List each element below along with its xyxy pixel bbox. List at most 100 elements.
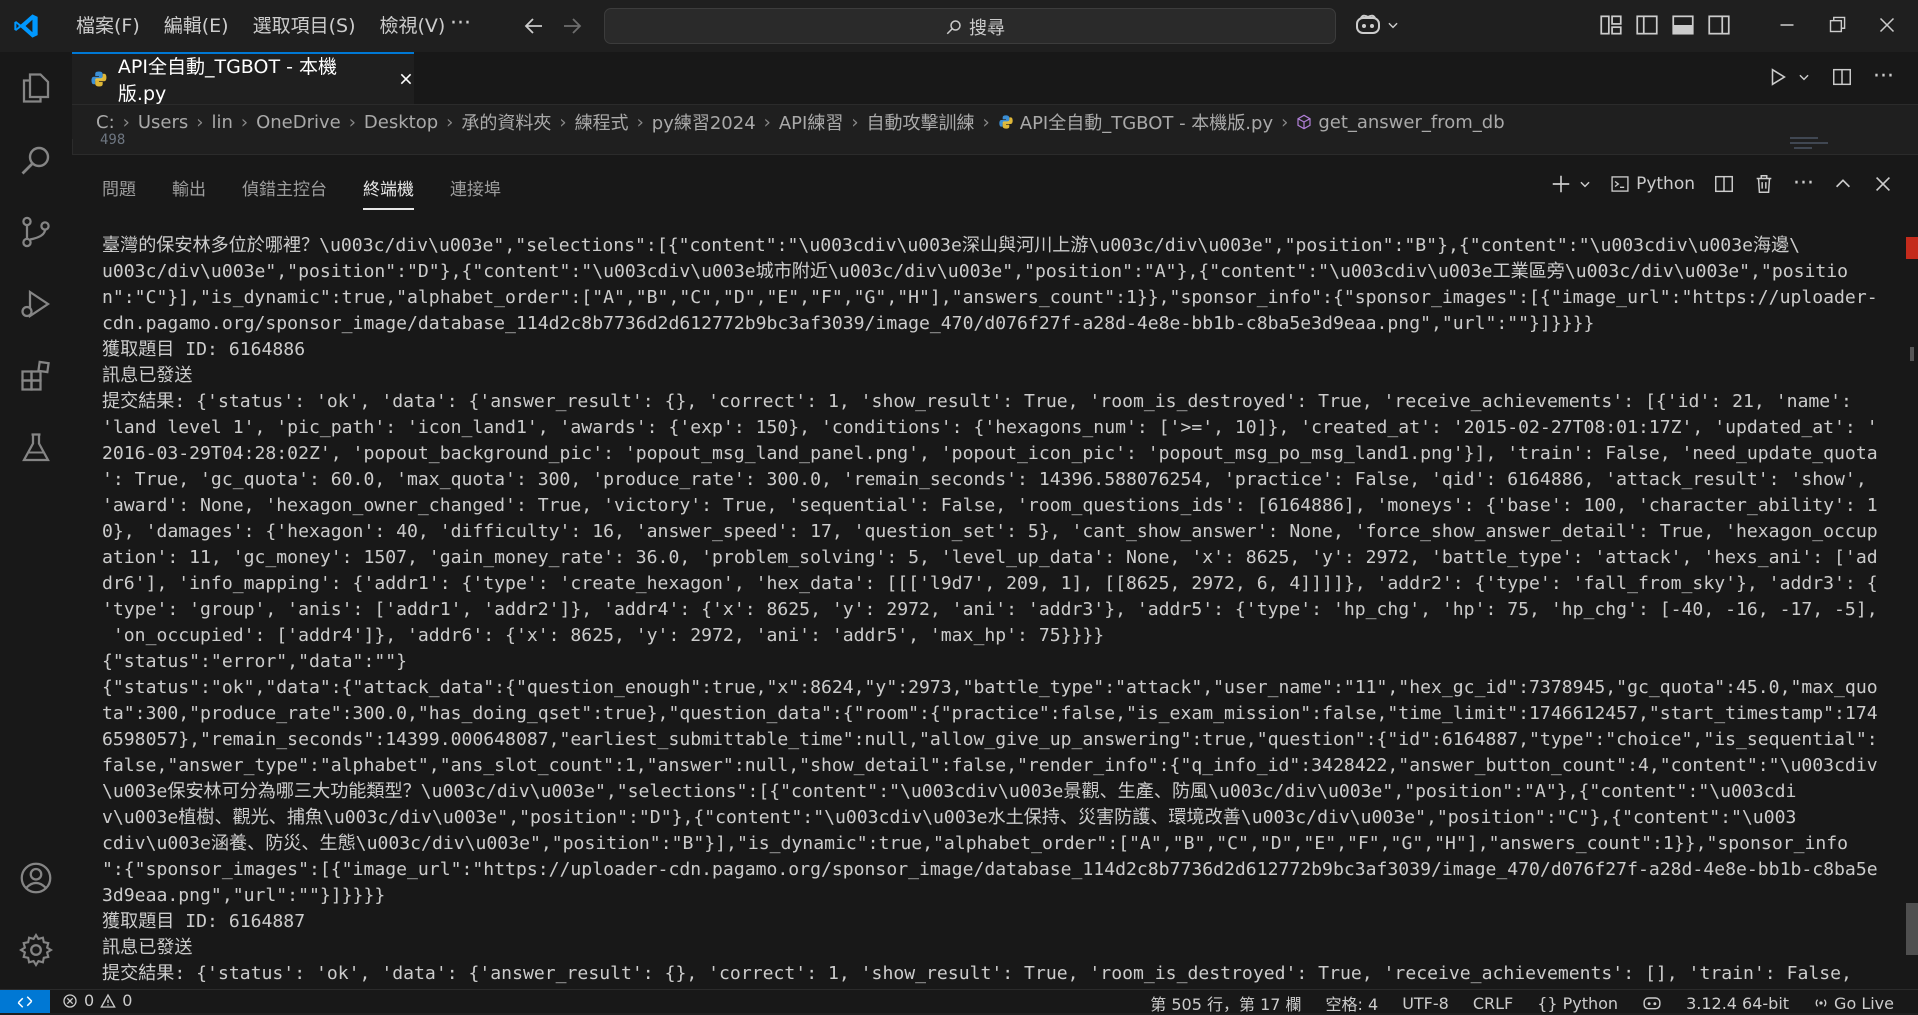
menu-more-button[interactable]: ··· — [450, 11, 471, 36]
copilot-icon[interactable] — [1642, 994, 1662, 1012]
breadcrumb-item[interactable]: Desktop — [364, 112, 438, 133]
terminal-profile[interactable]: Python — [1610, 174, 1695, 194]
terminal-line: 'type': 'group', 'anis': ['addr1', 'addr… — [102, 599, 1878, 620]
terminal-line: v\u003e植樹、觀光、捕魚\u003c/div\u003e","positi… — [102, 807, 1797, 828]
copilot-icon — [1356, 14, 1380, 34]
settings-gear-icon[interactable] — [18, 932, 54, 968]
remote-indicator[interactable] — [0, 990, 50, 1013]
error-count: 0 — [84, 991, 95, 1010]
forward-arrow-icon[interactable] — [560, 14, 584, 38]
menu-edit[interactable]: 編輯(E) — [152, 13, 241, 39]
chevron-down-icon — [1388, 22, 1398, 29]
language-label: Python — [1562, 993, 1619, 1013]
menu-view[interactable]: 檢視(V) — [368, 13, 458, 39]
terminal-line: ': True, 'gc_quota': 60.0, 'max_quota': … — [102, 469, 1867, 490]
python-file-icon — [999, 115, 1013, 129]
breadcrumb-item[interactable]: API練習 — [779, 109, 843, 135]
terminal-line: 0}, 'damages': {'hexagon': 40, 'difficul… — [102, 521, 1878, 542]
search-icon[interactable] — [18, 142, 54, 178]
panel-tabs: 問題 輸出 偵錯主控台 終端機 連接埠 — [102, 175, 501, 210]
testing-flask-icon[interactable] — [18, 430, 54, 466]
scroll-marker — [1910, 347, 1914, 361]
menu-selection[interactable]: 選取項目(S) — [241, 13, 368, 39]
toggle-secondary-sidebar-icon[interactable] — [1706, 12, 1732, 38]
terminal-line: 'on_occupied': ['addr4']}, 'addr6': {'x'… — [102, 625, 1105, 646]
chevron-down-icon[interactable] — [1797, 70, 1811, 84]
chevron-right-icon: › — [240, 111, 249, 133]
back-arrow-icon[interactable] — [522, 14, 546, 38]
breadcrumb-item[interactable]: 練程式 — [575, 109, 629, 135]
toggle-panel-icon[interactable] — [1670, 12, 1696, 38]
terminal-line: \u003e保安林可分為哪三大功能類型？\u003c/div\u003e","s… — [102, 781, 1797, 802]
language-mode[interactable]: {} Python — [1537, 994, 1618, 1013]
problems-summary[interactable]: 0 0 — [62, 991, 132, 1010]
terminal-line: {"status":"ok","data":{"attack_data":{"q… — [102, 677, 1878, 698]
breadcrumb-item[interactable]: C: — [96, 112, 115, 133]
split-terminal-icon[interactable] — [1713, 173, 1735, 195]
terminal-output[interactable]: 臺灣的保安林多位於哪裡？\u003c/div\u003e","selection… — [102, 233, 1882, 993]
terminal-line: 3d9eaa.png","url":""}]}}}} — [102, 885, 386, 906]
scroll-error-marker — [1906, 237, 1918, 259]
terminal-scrollbar[interactable] — [1904, 155, 1918, 990]
breadcrumb-item[interactable]: 自動攻擊訓練 — [867, 109, 975, 135]
vscode-logo-icon[interactable] — [12, 12, 40, 40]
terminal-icon — [1611, 176, 1629, 192]
chevron-right-icon: › — [196, 111, 204, 133]
encoding[interactable]: UTF-8 — [1402, 994, 1449, 1013]
tab-terminal[interactable]: 終端機 — [363, 175, 414, 210]
restore-icon[interactable] — [1824, 12, 1850, 38]
editor-tab-active[interactable]: API全自動_TGBOT - 本機版.py — [72, 52, 414, 105]
breadcrumb-item[interactable]: get_answer_from_db — [1318, 112, 1504, 133]
python-interpreter[interactable]: 3.12.4 64-bit — [1686, 994, 1789, 1013]
breadcrumb-item[interactable]: API全自動_TGBOT - 本機版.py — [1020, 109, 1273, 135]
tab-ports[interactable]: 連接埠 — [450, 175, 501, 210]
end-of-line[interactable]: CRLF — [1473, 994, 1513, 1013]
status-right: 第 505 行，第 17 欄 空格: 4 UTF-8 CRLF {} Pytho… — [1150, 991, 1894, 1015]
terminal-line: cdn.pagamo.org/sponsor_image/database_11… — [102, 313, 1595, 334]
breadcrumb-item[interactable]: OneDrive — [256, 112, 341, 133]
breadcrumb-item[interactable]: Users — [138, 112, 188, 133]
close-window-icon[interactable] — [1874, 12, 1900, 38]
terminal-line: ta":300,"produce_rate":300.0,"has_doing_… — [102, 703, 1878, 724]
terminal-line: ":{"sponsor_images":[{"image_url":"https… — [102, 859, 1878, 880]
explorer-icon[interactable] — [18, 70, 54, 106]
breadcrumb: C: › Users › lin › OneDrive › Desktop › 承的資料夾… — [72, 105, 1918, 139]
tab-problems[interactable]: 問題 — [102, 175, 136, 210]
tab-debug-console[interactable]: 偵錯主控台 — [242, 175, 327, 210]
terminal-line: {"status":"error","data":""} — [102, 651, 408, 672]
menu-file[interactable]: 檔案(F) — [64, 13, 152, 39]
run-debug-icon[interactable] — [18, 286, 54, 322]
activity-bar — [0, 52, 73, 989]
breadcrumb-item[interactable]: py練習2024 — [652, 109, 756, 135]
extensions-icon[interactable] — [18, 358, 54, 394]
chevron-down-icon[interactable] — [1578, 177, 1592, 191]
command-center-search[interactable]: 搜尋 — [604, 8, 1336, 44]
minimize-icon[interactable] — [1774, 12, 1800, 38]
scrollbar-thumb[interactable] — [1906, 903, 1918, 955]
terminal-line: 2016-03-29T04:28:02Z', 'popout_backgroun… — [102, 443, 1878, 464]
close-panel-icon[interactable] — [1872, 173, 1894, 195]
toggle-primary-sidebar-icon[interactable] — [1634, 12, 1660, 38]
close-tab-icon[interactable] — [398, 71, 414, 87]
trash-icon[interactable] — [1753, 173, 1775, 195]
minimap[interactable] — [1788, 132, 1888, 154]
tab-output[interactable]: 輸出 — [172, 175, 206, 210]
indentation[interactable]: 空格: 4 — [1326, 991, 1379, 1015]
copilot-button[interactable] — [1354, 13, 1400, 37]
customize-layout-icon[interactable] — [1598, 12, 1624, 38]
more-actions-button[interactable]: ··· — [1873, 66, 1894, 88]
new-terminal-plus-icon[interactable] — [1550, 173, 1572, 195]
go-live-button[interactable]: Go Live — [1813, 994, 1894, 1013]
more-actions-button[interactable]: ··· — [1793, 173, 1814, 195]
breadcrumb-item[interactable]: lin — [211, 112, 232, 133]
chevron-right-icon: › — [348, 111, 356, 133]
cursor-position[interactable]: 第 505 行，第 17 欄 — [1150, 991, 1301, 1015]
split-editor-icon[interactable] — [1831, 66, 1853, 88]
breadcrumb-item[interactable]: 承的資料夾 — [461, 109, 551, 135]
terminal-line: 訊息已發送 — [102, 937, 193, 958]
account-icon[interactable] — [18, 860, 54, 896]
source-control-icon[interactable] — [18, 214, 54, 250]
maximize-panel-chevron-up-icon[interactable] — [1832, 173, 1854, 195]
run-python-icon[interactable] — [1767, 66, 1789, 88]
terminal-line: 臺灣的保安林多位於哪裡？\u003c/div\u003e","selection… — [102, 235, 1801, 256]
